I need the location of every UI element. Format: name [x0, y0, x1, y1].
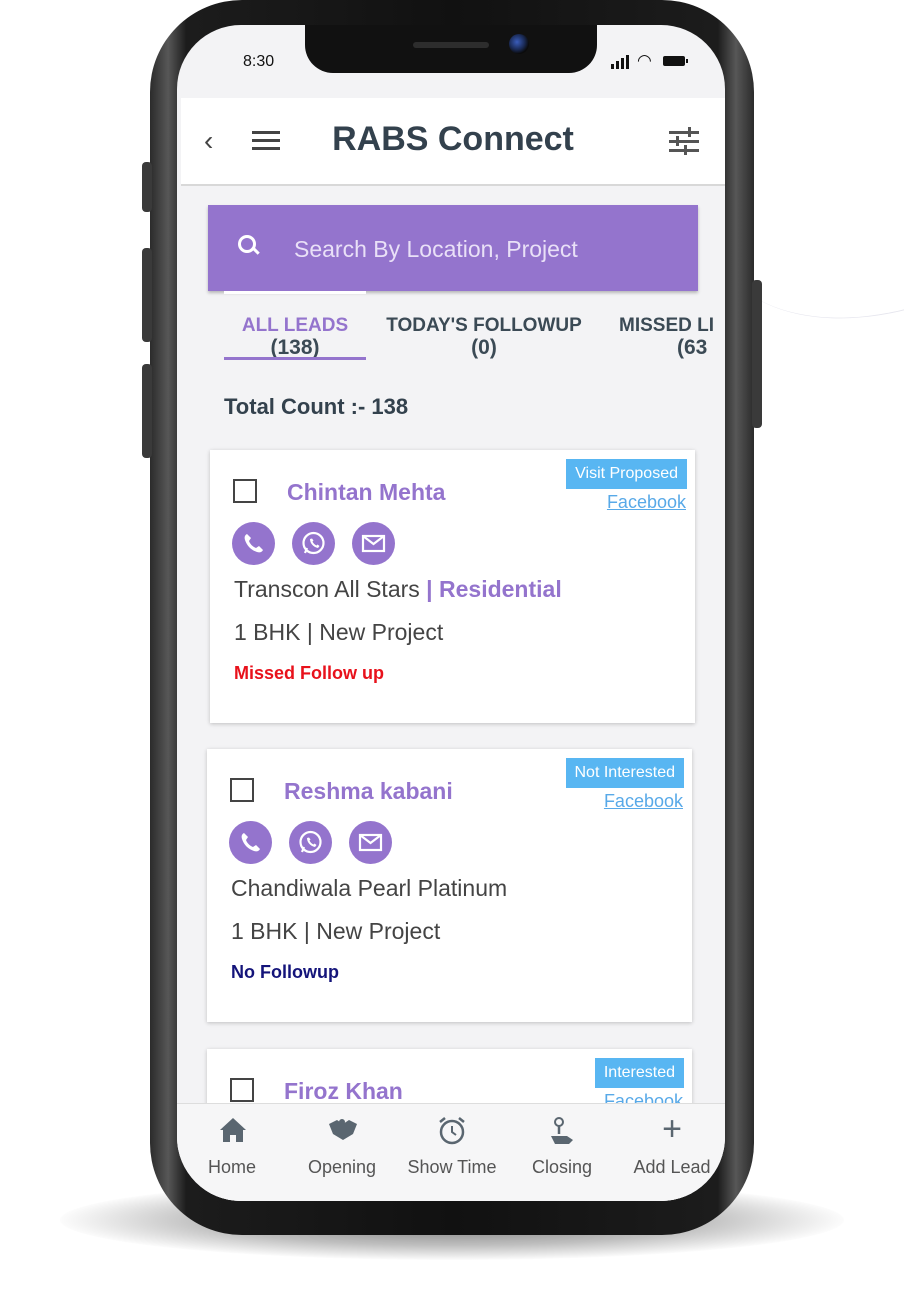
nav-label: Closing	[531, 1157, 593, 1177]
lead-project: Chandiwala Pearl Platinum	[231, 875, 507, 902]
lead-tabs: ALL LEADS (138) TODAY'S FOLLOWUP (0) MIS…	[177, 291, 725, 363]
status-badge: Interested	[594, 1058, 684, 1088]
status-badge: Not Interested	[565, 758, 684, 788]
phone-button-power	[752, 280, 762, 428]
search-bar[interactable]	[208, 205, 698, 291]
alarm-clock-icon	[397, 1116, 507, 1146]
home-icon	[177, 1116, 287, 1146]
phone-button-silent	[142, 162, 152, 212]
wifi-icon: ◠	[637, 51, 652, 70]
whatsapp-icon[interactable]	[292, 522, 335, 565]
tab-todays-followup[interactable]: TODAY'S FOLLOWUP (0)	[382, 315, 586, 359]
nav-label: Home	[207, 1157, 256, 1177]
tab-top-highlight	[224, 291, 366, 294]
tab-count: (0)	[471, 336, 497, 359]
lead-name[interactable]: Chintan Mehta	[287, 479, 445, 506]
email-icon[interactable]	[349, 821, 392, 864]
email-icon[interactable]	[352, 522, 395, 565]
nav-add-lead[interactable]: + Add Lead	[617, 1104, 725, 1201]
status-badge: Visit Proposed	[566, 459, 687, 489]
app-bar: ‹ RABS Connect	[181, 98, 725, 186]
lead-name[interactable]: Reshma kabani	[284, 778, 453, 805]
nav-label: Show Time	[407, 1157, 497, 1177]
lead-checkbox[interactable]	[230, 1078, 254, 1102]
tab-label: TODAY'S FOLLOWUP	[386, 315, 582, 336]
project-category: Residential	[439, 576, 562, 602]
tab-count: (63	[677, 336, 708, 359]
nav-label: Add Lead	[633, 1157, 711, 1177]
phone-button-volume-up	[142, 248, 152, 342]
search-icon	[238, 235, 260, 257]
project-name: Transcon All Stars	[234, 576, 420, 602]
tab-label: MISSED LI	[619, 315, 715, 336]
lead-source-link[interactable]: Facebook	[604, 791, 683, 812]
followup-status: No Followup	[231, 962, 339, 982]
lead-unit-type: 1 BHK | New Project	[234, 619, 444, 645]
phone-screen: 8:30 ◠ ‹ RABS Connect ALL LEADS (138	[177, 25, 725, 1201]
phone-notch	[305, 25, 597, 73]
phone-call-icon[interactable]	[229, 821, 272, 864]
battery-icon	[663, 56, 688, 66]
handshake-icon	[287, 1116, 397, 1146]
followup-status: Missed Follow up	[234, 663, 385, 683]
lead-card[interactable]: Chintan Mehta Visit Proposed Facebook Tr…	[210, 450, 695, 723]
whatsapp-icon[interactable]	[289, 821, 332, 864]
nav-closing[interactable]: Closing	[507, 1104, 617, 1201]
lead-unit-type: 1 BHK | New Project	[231, 918, 441, 944]
plus-icon: +	[662, 1110, 682, 1148]
phone-call-icon[interactable]	[232, 522, 275, 565]
search-input[interactable]	[292, 232, 686, 266]
tab-missed-leads[interactable]: MISSED LI (63	[619, 315, 725, 359]
speaker-grille	[413, 42, 489, 48]
lead-name[interactable]: Firoz Khan	[284, 1078, 403, 1105]
project-separator: |	[419, 576, 439, 602]
nav-show-time[interactable]: Show Time	[397, 1104, 507, 1201]
phone-button-volume-down	[142, 364, 152, 458]
nav-home[interactable]: Home	[177, 1104, 287, 1201]
lead-card[interactable]: Reshma kabani Not Interested Facebook Ch…	[207, 749, 692, 1022]
tab-all-leads[interactable]: ALL LEADS (138)	[224, 315, 366, 359]
tab-count: (138)	[270, 336, 320, 359]
lead-source-link[interactable]: Facebook	[607, 492, 686, 513]
total-count: Total Count :- 138	[224, 394, 409, 419]
page-title: RABS Connect	[332, 120, 574, 158]
front-camera	[509, 34, 529, 54]
nav-opening[interactable]: Opening	[287, 1104, 397, 1201]
filter-sliders-icon[interactable]	[669, 127, 699, 156]
nav-label: Opening	[307, 1157, 377, 1177]
status-icons: ◠	[611, 51, 691, 70]
lead-checkbox[interactable]	[230, 778, 254, 802]
lead-checkbox[interactable]	[233, 479, 257, 503]
hand-key-icon	[507, 1116, 617, 1146]
tab-label: ALL LEADS	[241, 315, 349, 336]
bottom-navigation: Home Opening Show Time Closing + Add Lea…	[177, 1103, 725, 1201]
project-name: Chandiwala Pearl Platinum	[231, 875, 508, 901]
active-tab-indicator	[224, 357, 366, 360]
lead-project: Transcon All Stars | Residential	[234, 576, 562, 603]
status-time: 8:30	[243, 53, 275, 70]
